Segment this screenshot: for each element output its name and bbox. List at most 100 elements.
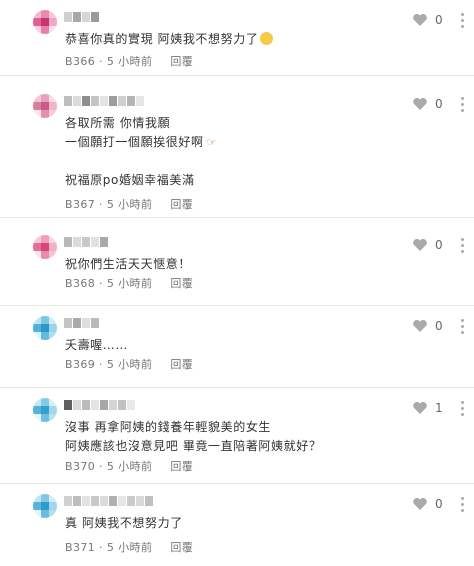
comment-text-line: 祝福原po婚姻幸福美滿	[65, 173, 195, 187]
username[interactable]	[64, 12, 99, 22]
username[interactable]	[64, 318, 99, 328]
reply-button[interactable]: 回覆	[170, 55, 193, 68]
username-pixel	[109, 96, 117, 106]
like-count: 0	[435, 13, 443, 27]
comment-item: 沒事 再拿阿姨的錢養年輕貌美的女生 阿姨應該也沒意見吧 畢竟一直陪著阿姨就好？ …	[0, 388, 474, 484]
username-pixel	[64, 96, 72, 106]
username[interactable]	[64, 237, 108, 247]
avatar[interactable]	[33, 10, 57, 34]
heart-outline-icon	[413, 13, 427, 26]
avatar-pixel	[33, 18, 41, 26]
more-vertical-icon[interactable]	[461, 13, 465, 29]
timestamp: 5 小時前	[106, 198, 153, 211]
username-pixel	[127, 400, 135, 410]
like-count: 0	[435, 238, 443, 252]
username-pixel	[136, 96, 144, 106]
comment-text-line: 真 阿姨我不想努力了	[65, 516, 183, 530]
avatar-pixel	[49, 251, 57, 259]
like-button[interactable]: 0	[412, 238, 443, 252]
username[interactable]	[64, 400, 135, 410]
username-pixel	[64, 400, 72, 410]
username-pixel	[100, 400, 108, 410]
username-pixel	[91, 96, 99, 106]
username-pixel	[64, 237, 72, 247]
username-pixel	[91, 318, 99, 328]
more-vertical-icon[interactable]	[461, 497, 465, 513]
avatar-pixel	[33, 10, 41, 18]
comment-meta: B367 · 5 小時前 回覆	[65, 198, 194, 211]
comment-meta: B370 · 5 小時前 回覆	[65, 460, 194, 473]
reply-button[interactable]: 回覆	[170, 358, 193, 371]
username-pixel	[127, 496, 135, 506]
heart-outline-icon	[413, 319, 427, 332]
username-pixel	[82, 96, 90, 106]
reply-button[interactable]: 回覆	[170, 198, 193, 211]
reply-button[interactable]: 回覆	[170, 541, 193, 554]
like-button[interactable]: 1	[412, 401, 443, 415]
like-button[interactable]: 0	[412, 13, 443, 27]
avatar-pixel	[41, 251, 49, 259]
timestamp: 5 小時前	[106, 358, 153, 371]
comment-text-line: 一個願打一個願挨很好啊 ☞	[65, 135, 218, 149]
avatar-pixel	[41, 94, 49, 102]
comment-text-line: 祝你們生活天天愜意！	[65, 257, 192, 271]
username-pixel	[100, 237, 108, 247]
avatar-pixel	[49, 414, 57, 422]
avatar[interactable]	[33, 494, 57, 518]
avatar-pixel	[33, 398, 41, 406]
avatar-pixel	[33, 235, 41, 243]
username-pixel	[73, 12, 81, 22]
like-count: 0	[435, 97, 443, 111]
avatar-pixel	[49, 398, 57, 406]
like-count: 0	[435, 319, 443, 333]
reply-button[interactable]: 回覆	[170, 277, 193, 290]
timestamp: 5 小時前	[106, 541, 153, 554]
like-button[interactable]: 0	[412, 319, 443, 333]
username-pixel	[82, 496, 90, 506]
laughing-emoji-icon	[260, 32, 274, 45]
like-count: 1	[435, 401, 443, 415]
avatar-pixel	[33, 332, 41, 340]
floor-number: B366	[65, 55, 96, 68]
avatar[interactable]	[33, 235, 57, 259]
username-pixel	[100, 496, 108, 506]
username-pixel	[136, 496, 144, 506]
username[interactable]	[64, 96, 144, 106]
comment-meta: B369 · 5 小時前 回覆	[65, 358, 194, 371]
heart-outline-icon	[413, 97, 427, 110]
username[interactable]	[64, 496, 153, 506]
comment-item: 祝你們生活天天愜意！ B368 · 5 小時前 回覆 0	[0, 225, 474, 306]
avatar-pixel	[41, 243, 49, 251]
avatar-pixel	[41, 18, 49, 26]
more-vertical-icon[interactable]	[461, 238, 465, 254]
avatar-pixel	[41, 494, 49, 502]
avatar-pixel	[41, 26, 49, 34]
avatar-pixel	[49, 26, 57, 34]
avatar-pixel	[49, 406, 57, 414]
avatar-pixel	[33, 110, 41, 118]
comment-body: 恭喜你真的實現 阿姨我不想努力了	[65, 30, 274, 49]
avatar[interactable]	[33, 316, 57, 340]
more-vertical-icon[interactable]	[461, 319, 465, 335]
avatar-pixel	[49, 332, 57, 340]
avatar[interactable]	[33, 398, 57, 422]
like-button[interactable]: 0	[412, 97, 443, 111]
avatar-pixel	[41, 102, 49, 110]
more-vertical-icon[interactable]	[461, 97, 465, 113]
comment-item: 夭壽喔…… B369 · 5 小時前 回覆 0	[0, 306, 474, 388]
like-button[interactable]: 0	[412, 497, 443, 511]
comment-text-line: 夭壽喔……	[65, 338, 129, 352]
pointing-hand-emoji-icon: ☞	[206, 136, 218, 149]
heart-outline-icon	[413, 401, 427, 414]
username-pixel	[73, 400, 81, 410]
avatar-pixel	[41, 332, 49, 340]
comment-text-line: 各取所需 你情我願	[65, 116, 171, 130]
reply-button[interactable]: 回覆	[170, 460, 193, 473]
avatar-pixel	[41, 324, 49, 332]
avatar[interactable]	[33, 94, 57, 118]
avatar-pixel	[33, 26, 41, 34]
comment-item: 真 阿姨我不想努力了 B371 · 5 小時前 回覆 0	[0, 484, 474, 566]
more-vertical-icon[interactable]	[461, 401, 465, 417]
timestamp: 5 小時前	[106, 55, 153, 68]
